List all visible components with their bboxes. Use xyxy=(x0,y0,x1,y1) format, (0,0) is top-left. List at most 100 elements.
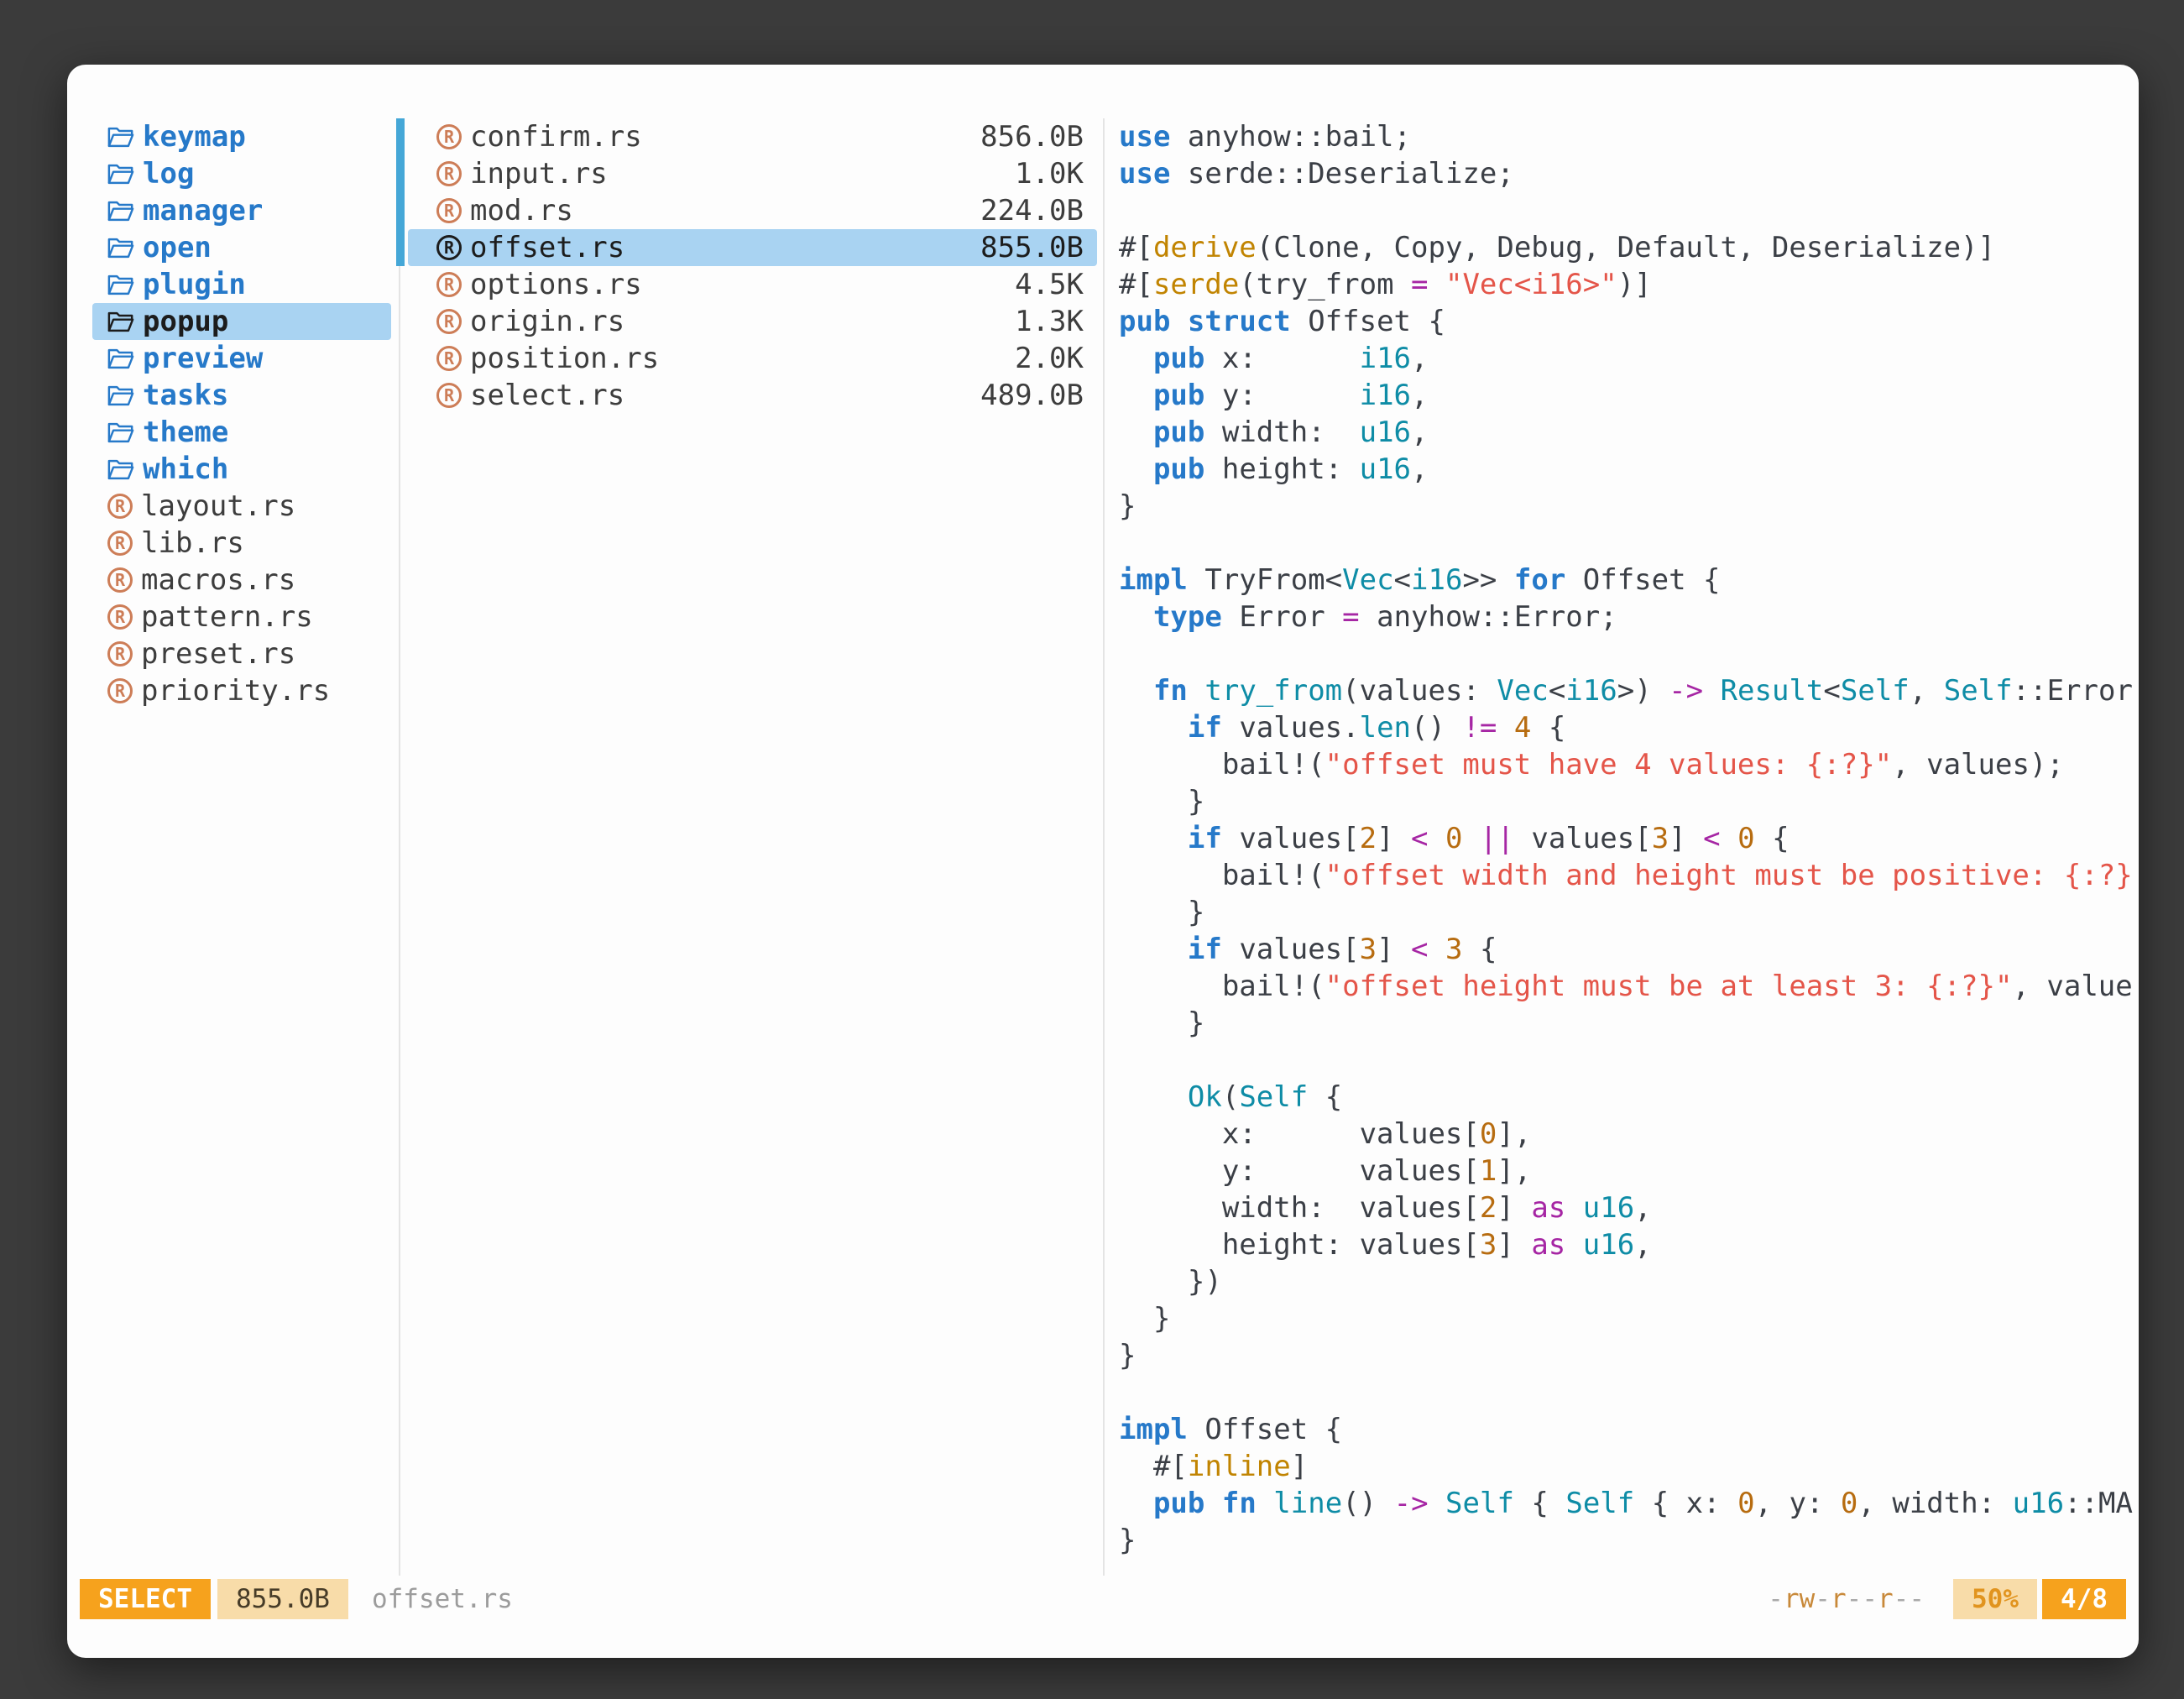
rust-file-icon: R xyxy=(436,309,462,334)
open-folder-icon xyxy=(107,200,134,222)
entry-name: macros.rs xyxy=(141,563,295,597)
sidebar-item-priority-rs[interactable]: Rpriority.rs xyxy=(92,672,391,709)
rust-file-icon: R xyxy=(107,678,133,703)
sidebar-item-macros-rs[interactable]: Rmacros.rs xyxy=(92,562,391,599)
status-bar: SELECT 855.0B offset.rs -rw-r--r-- 50% 4… xyxy=(80,1579,2126,1619)
entry-name: preset.rs xyxy=(141,637,295,671)
rust-file-icon: R xyxy=(436,124,462,149)
rust-file-icon: R xyxy=(107,604,133,630)
code-line: Ok(Self { xyxy=(1119,1079,2139,1116)
rust-file-icon: R xyxy=(107,641,133,667)
entry-size: 2.0K xyxy=(1015,342,1084,375)
file-permissions: -rw-r--r-- xyxy=(1768,1584,1925,1614)
entry-name: log xyxy=(143,157,194,191)
rust-file-icon: R xyxy=(107,531,133,556)
sidebar-item-tasks[interactable]: tasks xyxy=(92,377,391,414)
entry-size: 4.5K xyxy=(1015,268,1084,301)
code-line: x: values[0], xyxy=(1119,1116,2139,1153)
file-item-position-rs[interactable]: Rposition.rs 2.0K xyxy=(408,340,1097,377)
code-line: impl Offset { xyxy=(1119,1411,2139,1448)
open-folder-icon xyxy=(107,384,134,407)
sidebar-item-pattern-rs[interactable]: Rpattern.rs xyxy=(92,599,391,635)
entry-size: 855.0B xyxy=(980,231,1084,264)
code-line: if values[2] < 0 || values[3] < 0 { xyxy=(1119,820,2139,857)
entry-name: input.rs xyxy=(470,157,608,191)
code-line: #[derive(Clone, Copy, Debug, Default, De… xyxy=(1119,229,2139,266)
code-line: pub y: i16, xyxy=(1119,377,2139,414)
code-line: width: values[2] as u16, xyxy=(1119,1189,2139,1226)
code-line: use serde::Deserialize; xyxy=(1119,155,2139,192)
code-line: } xyxy=(1119,894,2139,931)
entry-name: confirm.rs xyxy=(470,120,642,154)
entry-name: select.rs xyxy=(470,379,624,412)
rust-file-icon: R xyxy=(436,161,462,186)
open-folder-icon xyxy=(107,163,134,186)
entry-name: popup xyxy=(143,305,228,338)
code-line: height: values[3] as u16, xyxy=(1119,1226,2139,1263)
entry-name: offset.rs xyxy=(470,231,624,264)
sidebar-item-layout-rs[interactable]: Rlayout.rs xyxy=(92,488,391,525)
parent-directory-pane: keymaplogmanageropenplugin popup preview ta… xyxy=(67,118,400,709)
entry-size: 1.3K xyxy=(1015,305,1084,338)
rust-file-icon: R xyxy=(107,567,133,593)
status-right-group: -rw-r--r-- 50% 4/8 xyxy=(1768,1579,2126,1619)
code-line: }) xyxy=(1119,1263,2139,1300)
sidebar-item-which[interactable]: which xyxy=(92,451,391,488)
sidebar-item-preview[interactable]: preview xyxy=(92,340,391,377)
file-item-offset-rs[interactable]: Roffset.rs855.0B xyxy=(408,229,1097,266)
pane-separator-right xyxy=(1103,118,1105,1576)
code-line xyxy=(1119,635,2139,672)
rust-file-icon: R xyxy=(436,272,462,297)
code-line: #[serde(try_from = "Vec<i16>")] xyxy=(1119,266,2139,303)
code-line: pub fn line() -> Self { Self { x: 0, y: … xyxy=(1119,1485,2139,1522)
file-item-select-rs[interactable]: Rselect.rs489.0B xyxy=(408,377,1097,414)
rust-file-icon: R xyxy=(436,383,462,408)
file-item-confirm-rs[interactable]: Rconfirm.rs856.0B xyxy=(408,118,1097,155)
code-line: if values.len() != 4 { xyxy=(1119,709,2139,746)
entry-size: 1.0K xyxy=(1015,157,1084,191)
entry-name: lib.rs xyxy=(141,526,244,560)
sidebar-item-open[interactable]: open xyxy=(92,229,391,266)
entry-name: plugin xyxy=(143,268,246,301)
sidebar-item-preset-rs[interactable]: Rpreset.rs xyxy=(92,635,391,672)
open-folder-icon xyxy=(107,311,134,333)
current-directory-pane: Rconfirm.rs856.0BRinput.rs1.0KRmod.rs224… xyxy=(400,118,1104,414)
rust-file-icon: R xyxy=(436,346,462,371)
entry-name: position.rs xyxy=(470,342,659,375)
entry-name: pattern.rs xyxy=(141,600,313,634)
entry-name: tasks xyxy=(143,379,228,412)
file-item-origin-rs[interactable]: Rorigin.rs 1.3K xyxy=(408,303,1097,340)
sidebar-item-popup[interactable]: popup xyxy=(92,303,391,340)
rust-file-icon: R xyxy=(107,494,133,519)
open-folder-icon xyxy=(107,421,134,444)
open-folder-icon xyxy=(107,274,134,296)
entry-name: origin.rs xyxy=(470,305,624,338)
entry-name: theme xyxy=(143,416,228,449)
file-preview-pane: use anyhow::bail;use serde::Deserialize;… xyxy=(1119,118,2139,1582)
file-item-mod-rs[interactable]: Rmod.rs224.0B xyxy=(408,192,1097,229)
sidebar-item-plugin[interactable]: plugin xyxy=(92,266,391,303)
file-item-options-rs[interactable]: Roptions.rs4.5K xyxy=(408,266,1097,303)
sidebar-item-log[interactable]: log xyxy=(92,155,391,192)
entry-name: preview xyxy=(143,342,263,375)
scrollbar-thumb[interactable] xyxy=(396,118,405,266)
code-line: pub width: u16, xyxy=(1119,414,2139,451)
rust-file-icon: R xyxy=(436,198,462,223)
code-line: } xyxy=(1119,1005,2139,1042)
code-line xyxy=(1119,1374,2139,1411)
code-line: } xyxy=(1119,488,2139,525)
file-item-input-rs[interactable]: Rinput.rs 1.0K xyxy=(408,155,1097,192)
file-size-badge: 855.0B xyxy=(217,1579,348,1619)
open-folder-icon xyxy=(107,348,134,370)
sidebar-item-theme[interactable]: theme xyxy=(92,414,391,451)
code-line: pub x: i16, xyxy=(1119,340,2139,377)
code-line xyxy=(1119,525,2139,562)
sidebar-item-manager[interactable]: manager xyxy=(92,192,391,229)
code-line xyxy=(1119,1042,2139,1079)
sidebar-item-keymap[interactable]: keymap xyxy=(92,118,391,155)
code-line: fn try_from(values: Vec<i16>) -> Result<… xyxy=(1119,672,2139,709)
status-filename: offset.rs xyxy=(372,1584,513,1614)
file-manager-window: keymaplogmanageropenplugin popup preview ta… xyxy=(67,65,2139,1658)
sidebar-item-lib-rs[interactable]: Rlib.rs xyxy=(92,525,391,562)
code-line: bail!("offset must have 4 values: {:?}",… xyxy=(1119,746,2139,783)
